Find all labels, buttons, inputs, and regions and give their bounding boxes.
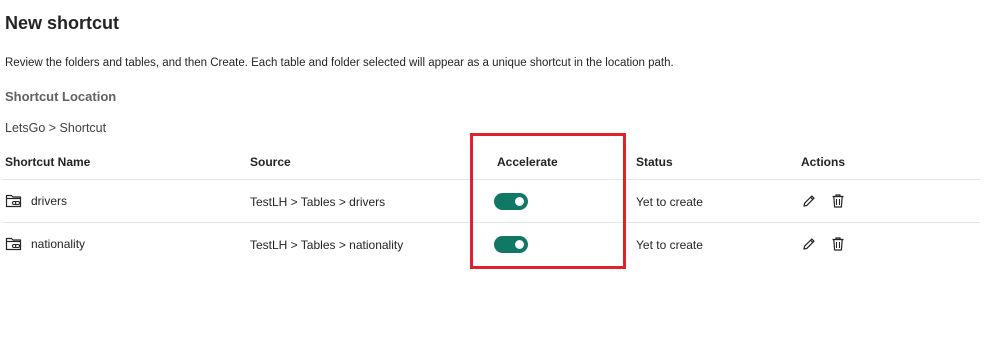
- header-status: Status: [636, 155, 673, 169]
- edit-icon[interactable]: [801, 236, 817, 252]
- delete-icon[interactable]: [830, 236, 846, 252]
- folder-link-icon: [5, 236, 23, 252]
- folder-link-icon: [5, 193, 23, 209]
- shortcut-status: Yet to create: [636, 238, 703, 252]
- shortcut-name: nationality: [31, 237, 86, 251]
- shortcut-status: Yet to create: [636, 195, 703, 209]
- shortcut-source: TestLH > Tables > nationality: [250, 238, 404, 252]
- page-description: Review the folders and tables, and then …: [5, 57, 674, 69]
- header-actions: Actions: [801, 155, 846, 169]
- header-shortcut-name: Shortcut Name: [5, 155, 91, 169]
- shortcut-location-path: LetsGo > Shortcut: [5, 121, 107, 135]
- page-title: New shortcut: [5, 13, 120, 33]
- accelerate-highlight-box: [470, 133, 626, 269]
- edit-icon[interactable]: [801, 193, 817, 209]
- shortcut-name: drivers: [31, 194, 68, 208]
- delete-icon[interactable]: [830, 193, 846, 209]
- shortcut-location-label: Shortcut Location: [5, 89, 117, 104]
- header-source: Source: [250, 155, 291, 169]
- shortcut-source: TestLH > Tables > drivers: [250, 195, 386, 209]
